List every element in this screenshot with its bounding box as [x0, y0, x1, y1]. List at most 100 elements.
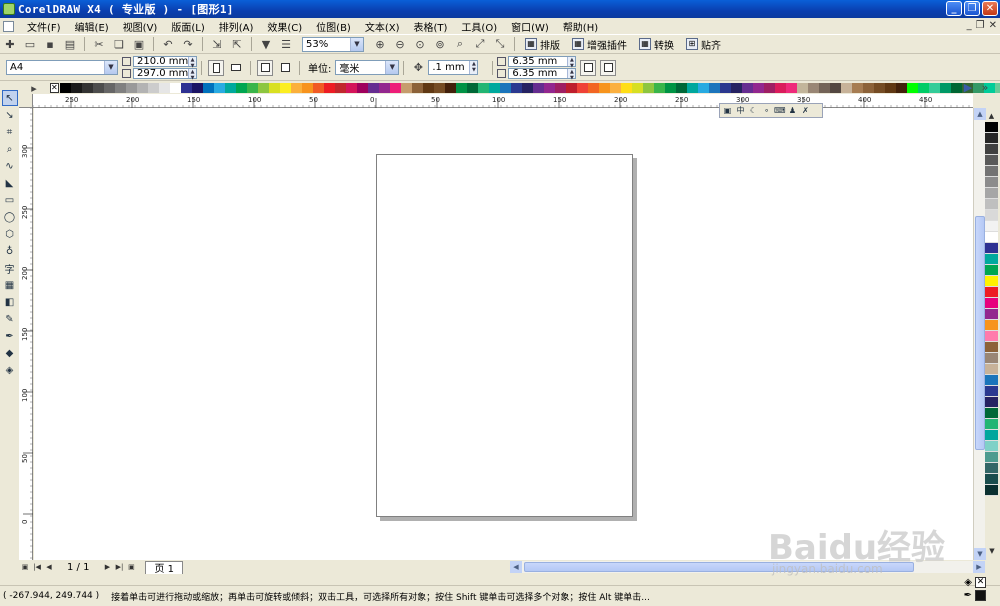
color-swatch[interactable]	[136, 83, 148, 93]
color-swatch[interactable]	[301, 83, 313, 93]
no-color-swatch[interactable]: ✕	[50, 83, 59, 93]
zoom-tool-icon[interactable]: ⌕	[2, 141, 18, 157]
interactive-fill-tool-icon[interactable]: ◈	[2, 362, 18, 378]
color-swatch[interactable]	[774, 83, 786, 93]
menu-tools[interactable]: 工具(O)	[454, 19, 504, 34]
dots-icon[interactable]: ∘	[761, 105, 772, 116]
color-swatch[interactable]	[862, 83, 874, 93]
paper-size-select[interactable]: A4 ▼	[6, 60, 118, 75]
color-swatch[interactable]	[389, 83, 401, 93]
menu-view[interactable]: 视图(V)	[116, 19, 165, 34]
color-swatch[interactable]	[730, 83, 742, 93]
menu-file[interactable]: 文件(F)	[20, 19, 68, 34]
color-swatch[interactable]	[985, 375, 998, 386]
color-swatch[interactable]	[985, 331, 998, 342]
color-swatch[interactable]	[741, 83, 753, 93]
zoom-in-icon[interactable]: ⊕	[372, 36, 388, 52]
text-tool-icon[interactable]: 字	[2, 260, 18, 276]
color-swatch[interactable]	[985, 419, 998, 430]
drawing-canvas[interactable]	[34, 108, 973, 560]
color-swatch[interactable]	[543, 83, 555, 93]
zoom-page-width-icon[interactable]: ⤢	[472, 36, 488, 52]
vertical-scrollbar[interactable]: ▲ ▼	[973, 108, 986, 560]
color-swatch[interactable]	[202, 83, 214, 93]
color-swatch[interactable]	[620, 83, 632, 93]
color-swatch[interactable]	[103, 83, 115, 93]
page-width-input[interactable]: 210.0 mm ▲ ▼	[133, 56, 197, 69]
color-swatch[interactable]	[985, 298, 998, 309]
color-swatch[interactable]	[994, 83, 1000, 93]
palette-scroll-right-icon[interactable]: ▶	[960, 79, 976, 95]
chevron-down-icon[interactable]: ▼	[104, 61, 117, 74]
moon-icon[interactable]: ☾	[748, 105, 759, 116]
color-swatch[interactable]	[985, 463, 998, 474]
rectangle-tool-icon[interactable]: ▭	[2, 192, 18, 208]
print-icon[interactable]: ▤	[62, 36, 78, 52]
color-swatch[interactable]	[521, 83, 533, 93]
color-swatch[interactable]	[444, 83, 456, 93]
duplicate-y-input[interactable]: 6.35 mm ▲ ▼	[508, 68, 577, 81]
palette-up-icon[interactable]: ▲	[985, 110, 998, 122]
color-swatch[interactable]	[367, 83, 379, 93]
new-document-icon[interactable]: ✚	[2, 36, 18, 52]
color-swatch[interactable]	[807, 83, 819, 93]
color-swatch[interactable]	[985, 430, 998, 441]
color-swatch[interactable]	[873, 83, 885, 93]
color-swatch[interactable]	[818, 83, 830, 93]
copy-icon[interactable]: ❏	[111, 36, 127, 52]
spinner-icon[interactable]: ▲ ▼	[567, 57, 576, 69]
grid-icon[interactable]: ▣	[722, 105, 733, 116]
color-swatch[interactable]	[917, 83, 929, 93]
color-swatch[interactable]	[985, 254, 998, 265]
wrench-icon[interactable]: ✗	[800, 105, 811, 116]
user-icon[interactable]: ♟	[787, 105, 798, 116]
color-swatch[interactable]	[697, 83, 709, 93]
color-swatch[interactable]	[985, 309, 998, 320]
color-swatch[interactable]	[985, 144, 998, 155]
color-swatch[interactable]	[719, 83, 731, 93]
basic-shapes-tool-icon[interactable]: ♁	[2, 243, 18, 259]
freehand-tool-icon[interactable]: ∿	[2, 158, 18, 174]
color-swatch[interactable]	[180, 83, 192, 93]
color-swatch[interactable]	[59, 83, 71, 93]
spinner-icon[interactable]: ▲ ▼	[188, 57, 196, 69]
color-swatch[interactable]	[851, 83, 863, 93]
color-swatch[interactable]	[985, 188, 998, 199]
eyedropper-tool-icon[interactable]: ✎	[2, 311, 18, 327]
pick-tool-icon[interactable]: ↖	[1, 90, 18, 106]
palette-flyout-icon[interactable]: »	[977, 79, 993, 95]
color-swatch[interactable]	[433, 83, 445, 93]
color-swatch[interactable]	[796, 83, 808, 93]
color-swatch[interactable]	[985, 210, 998, 221]
export-icon[interactable]: ⇱	[229, 36, 245, 52]
page-options-icon[interactable]: ▣	[19, 563, 31, 571]
close-button[interactable]: ✕	[982, 1, 998, 16]
spinner-icon[interactable]: ▲ ▼	[567, 69, 576, 81]
color-swatch[interactable]	[985, 166, 998, 177]
portrait-button[interactable]	[208, 59, 224, 76]
palette-more-icon[interactable]: ▼	[987, 547, 997, 559]
color-swatch[interactable]	[985, 342, 998, 353]
zoom-level-select[interactable]: 53% ▼	[302, 36, 364, 52]
color-swatch[interactable]	[213, 83, 225, 93]
zoom-selected-icon[interactable]: ⊙	[412, 36, 428, 52]
color-swatch[interactable]	[92, 83, 104, 93]
color-swatch[interactable]	[985, 353, 998, 364]
vertical-ruler[interactable]: 300 250 200 150 100 50 0	[19, 108, 33, 560]
first-page-icon[interactable]: |◀	[31, 563, 43, 571]
menu-effects[interactable]: 效果(C)	[260, 19, 309, 34]
color-swatch[interactable]	[510, 83, 522, 93]
color-swatch[interactable]	[985, 243, 998, 254]
color-swatch[interactable]	[466, 83, 478, 93]
color-swatch[interactable]	[985, 177, 998, 188]
landscape-button[interactable]	[228, 60, 244, 76]
smart-fill-tool-icon[interactable]: ◣	[2, 175, 18, 191]
color-swatch[interactable]	[411, 83, 423, 93]
color-swatch[interactable]	[985, 221, 998, 232]
scroll-right-icon[interactable]: ▶	[973, 561, 985, 573]
vertical-scroll-thumb[interactable]	[975, 216, 985, 450]
cut-icon[interactable]: ✂	[91, 36, 107, 52]
color-swatch[interactable]	[985, 199, 998, 210]
color-swatch[interactable]	[323, 83, 335, 93]
color-swatch[interactable]	[642, 83, 654, 93]
